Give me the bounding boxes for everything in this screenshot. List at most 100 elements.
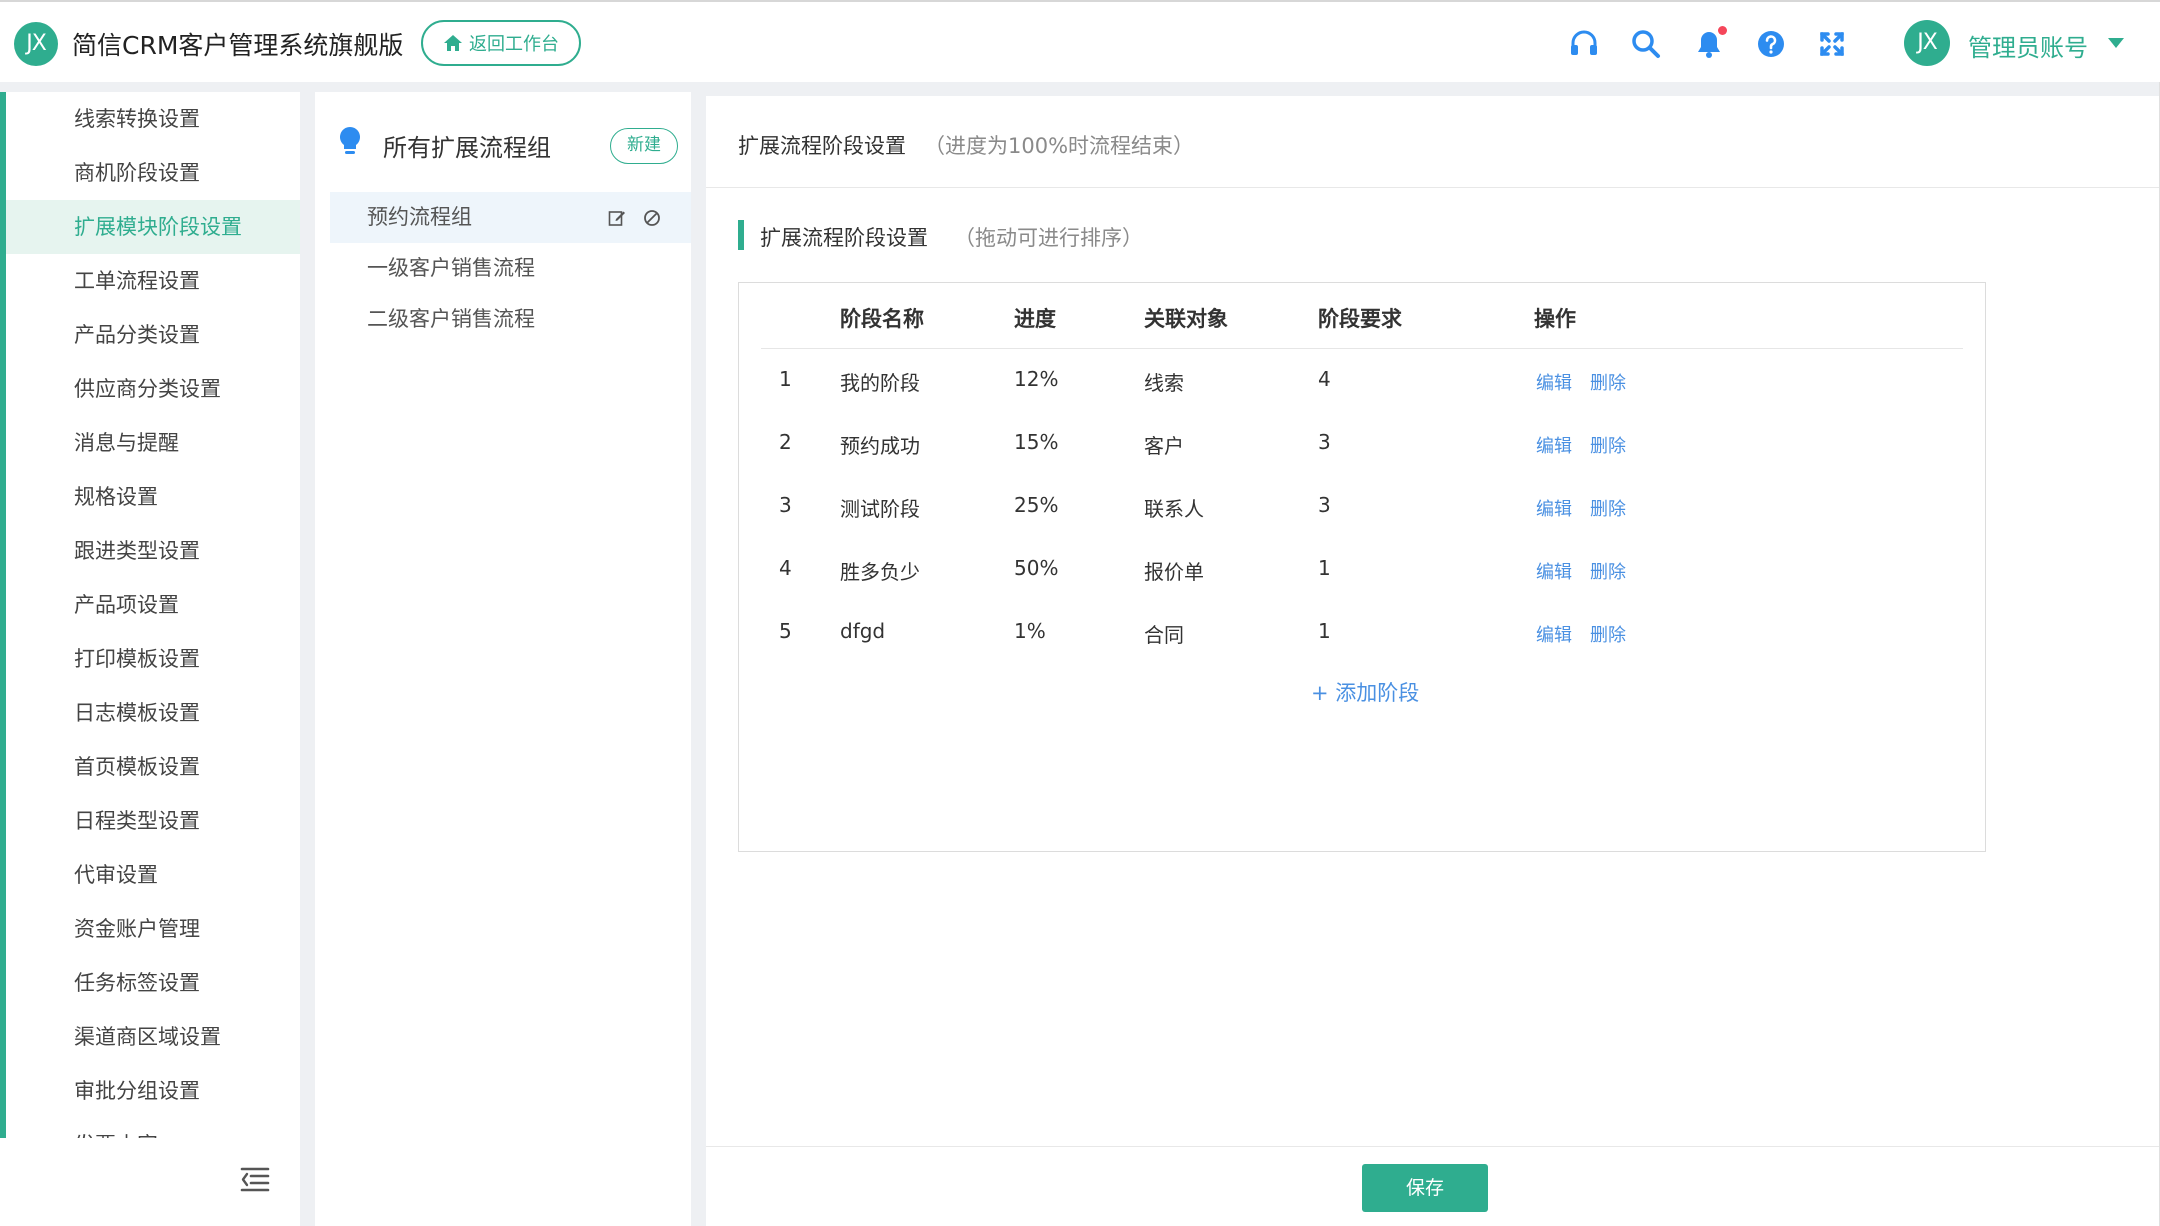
app-logo: JX [14,22,58,66]
stage-progress: 1% [1014,619,1046,643]
sidebar-item[interactable]: 商机阶段设置 [6,146,300,200]
stage-name: 预约成功 [840,434,920,458]
sidebar-item[interactable]: 日程类型设置 [6,794,300,848]
headset-icon[interactable] [1568,28,1600,60]
sidebar-item[interactable]: 资金账户管理 [6,902,300,956]
delete-link[interactable]: 删除 [1590,558,1626,584]
bell-icon[interactable] [1693,26,1727,60]
settings-sidebar: 线索转换设置 商机阶段设置 扩展模块阶段设置 工单流程设置 产品分类设置 供应商… [0,92,300,1226]
stage-requirement: 4 [1318,367,1331,391]
edit-link[interactable]: 编辑 [1536,495,1572,521]
edit-link[interactable]: 编辑 [1536,369,1572,395]
app-title: 简信CRM客户管理系统旗舰版 [72,31,404,60]
disable-icon[interactable] [643,209,661,227]
sidebar-item[interactable]: 打印模板设置 [6,632,300,686]
table-row[interactable]: 2 预约成功 15% 客户 3 编辑 删除 [761,412,1963,475]
sidebar-item[interactable]: 日志模板设置 [6,686,300,740]
help-icon[interactable] [1755,28,1787,60]
column-header-actions: 操作 [1534,307,1576,331]
sidebar-item[interactable]: 任务标签设置 [6,956,300,1010]
panel-header: 扩展流程阶段设置 （进度为100%时流程结束） [706,96,2160,188]
search-icon[interactable] [1630,28,1662,60]
stage-name: 我的阶段 [840,371,920,395]
back-to-workbench-label: 返回工作台 [469,34,559,55]
stage-name: 胜多负少 [840,560,920,584]
stage-requirement: 1 [1318,619,1331,643]
row-index: 3 [779,493,792,517]
delete-link[interactable]: 删除 [1590,369,1626,395]
section-hint: （拖动可进行排序） [954,226,1143,250]
stage-name: dfgd [840,619,886,643]
lightbulb-icon [340,127,360,154]
edit-link[interactable]: 编辑 [1536,432,1572,458]
delete-link[interactable]: 删除 [1590,432,1626,458]
panel-footer: 保存 [706,1146,2160,1226]
menu-collapse-icon[interactable] [238,1162,272,1196]
group-item-label: 预约流程组 [367,205,472,229]
sidebar-item[interactable]: 跟进类型设置 [6,524,300,578]
group-list: 预约流程组 一级客户销售流程 二级客户销售流程 [330,192,691,345]
table-row[interactable]: 1 我的阶段 12% 线索 4 编辑 删除 [761,349,1963,412]
sidebar-item[interactable]: 产品项设置 [6,578,300,632]
section-accent-bar [738,220,744,250]
sidebar-item[interactable]: 供应商分类设置 [6,362,300,416]
stage-progress: 25% [1014,493,1059,517]
column-header-related-object: 关联对象 [1144,307,1228,331]
stage-object: 合同 [1144,623,1184,647]
stage-requirement: 3 [1318,493,1331,517]
sidebar-item[interactable]: 首页模板设置 [6,740,300,794]
table-row[interactable]: 5 dfgd 1% 合同 1 编辑 删除 [761,601,1963,664]
sidebar-item[interactable]: 发票内容 [6,1118,300,1138]
section-title: 扩展流程阶段设置 [760,226,928,250]
sidebar-item[interactable]: 规格设置 [6,470,300,524]
chevron-down-icon[interactable] [2108,38,2124,48]
group-item[interactable]: 一级客户销售流程 [330,243,691,294]
delete-link[interactable]: 删除 [1590,621,1626,647]
column-header-stage-name: 阶段名称 [840,307,924,331]
column-header-requirement: 阶段要求 [1318,307,1402,331]
stage-progress: 15% [1014,430,1059,454]
sidebar-item[interactable]: 线索转换设置 [6,92,300,146]
row-index: 4 [779,556,792,580]
notification-dot [1718,26,1727,35]
stage-requirement: 3 [1318,430,1331,454]
new-group-button[interactable]: 新建 [610,128,678,164]
top-header: JX 简信CRM客户管理系统旗舰版 返回工作台 JX 管理员账号 [0,0,2160,82]
home-icon [444,35,462,51]
stage-settings-panel: 扩展流程阶段设置 （进度为100%时流程结束） 扩展流程阶段设置 （拖动可进行排… [706,96,2160,1226]
stage-object: 客户 [1144,434,1184,458]
stage-table: 阶段名称 进度 关联对象 阶段要求 操作 1 我的阶段 12% 线索 4 编辑 … [738,282,1986,852]
sidebar-menu[interactable]: 线索转换设置 商机阶段设置 扩展模块阶段设置 工单流程设置 产品分类设置 供应商… [6,92,300,1138]
add-stage-button[interactable]: + 添加阶段 [1311,677,1419,707]
page-subtitle: （进度为100%时流程结束） [924,134,1195,158]
stage-object: 报价单 [1144,560,1204,584]
sidebar-item[interactable]: 工单流程设置 [6,254,300,308]
table-header: 阶段名称 进度 关联对象 阶段要求 操作 [761,283,1963,349]
back-to-workbench-button[interactable]: 返回工作台 [421,20,581,66]
stage-name: 测试阶段 [840,497,920,521]
delete-link[interactable]: 删除 [1590,495,1626,521]
fullscreen-icon[interactable] [1816,28,1848,60]
row-index: 2 [779,430,792,454]
sidebar-item[interactable]: 代审设置 [6,848,300,902]
user-account-name[interactable]: 管理员账号 [1968,28,2088,63]
sidebar-item[interactable]: 消息与提醒 [6,416,300,470]
save-button[interactable]: 保存 [1362,1164,1488,1212]
table-row[interactable]: 3 测试阶段 25% 联系人 3 编辑 删除 [761,475,1963,538]
group-item-active[interactable]: 预约流程组 [330,192,691,243]
group-item[interactable]: 二级客户销售流程 [330,294,691,345]
sidebar-item[interactable]: 渠道商区域设置 [6,1010,300,1064]
sidebar-item[interactable]: 审批分组设置 [6,1064,300,1118]
stage-requirement: 1 [1318,556,1331,580]
stage-progress: 50% [1014,556,1059,580]
sidebar-item-active[interactable]: 扩展模块阶段设置 [6,200,300,254]
group-panel-title: 所有扩展流程组 [383,134,551,162]
edit-icon[interactable] [608,209,626,227]
edit-link[interactable]: 编辑 [1536,558,1572,584]
user-avatar[interactable]: JX [1904,20,1950,66]
column-header-progress: 进度 [1014,307,1056,331]
edit-link[interactable]: 编辑 [1536,621,1572,647]
table-row[interactable]: 4 胜多负少 50% 报价单 1 编辑 删除 [761,538,1963,601]
sidebar-item[interactable]: 产品分类设置 [6,308,300,362]
row-index: 5 [779,619,792,643]
